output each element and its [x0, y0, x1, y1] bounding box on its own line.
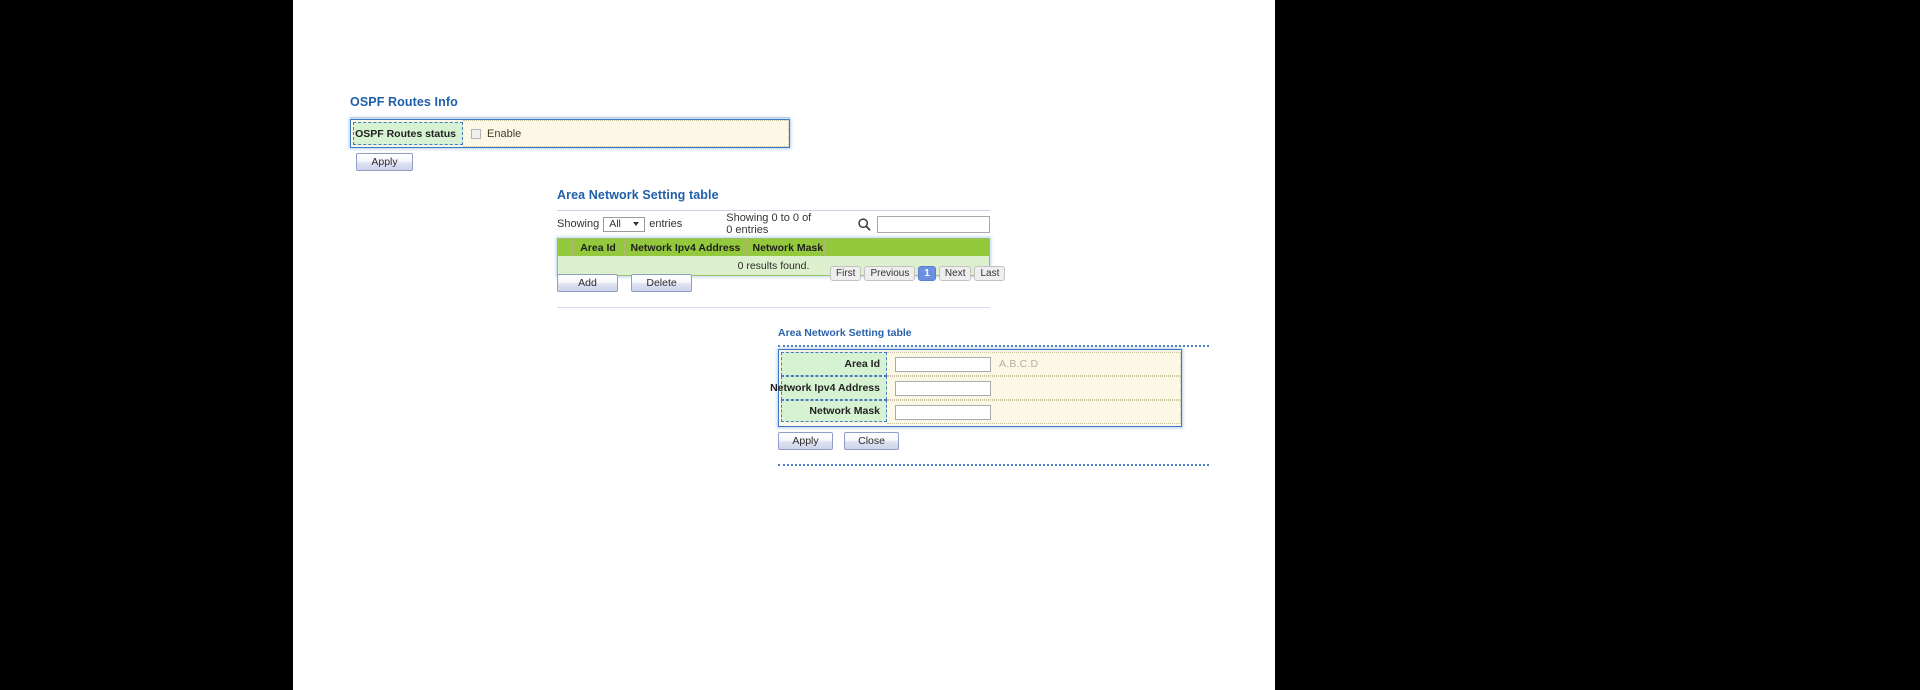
column-header-network-mask[interactable]: Network Mask — [746, 239, 824, 256]
ospf-section-title: OSPF Routes Info — [350, 95, 790, 109]
page-content: OSPF Routes Info OSPF Routes status Enab… — [293, 0, 1275, 690]
pagination-page-1[interactable]: 1 — [918, 266, 936, 281]
ospf-enable-label: Enable — [487, 128, 521, 140]
network-ipv4-address-input[interactable] — [895, 381, 991, 396]
pagination-next[interactable]: Next — [939, 266, 972, 281]
field-container-area-id: A.B.C.D — [887, 352, 1181, 376]
column-header-select[interactable] — [558, 239, 572, 256]
ospf-apply-button[interactable]: Apply — [356, 153, 413, 171]
modal-row-network-ipv4-address: Network Ipv4 Address — [779, 376, 1181, 400]
area-modal-top-divider — [778, 345, 1209, 347]
ospf-enable-checkbox[interactable] — [471, 129, 481, 139]
table-head: Area Id Network Ipv4 Address Network Mas… — [558, 239, 989, 256]
pagination-previous[interactable]: Previous — [864, 266, 915, 281]
area-modal-title: Area Network Setting table — [778, 327, 1209, 339]
ospf-status-row: OSPF Routes status Enable — [351, 120, 789, 147]
search-area — [857, 216, 990, 233]
modal-close-button[interactable]: Close — [844, 432, 899, 450]
network-mask-input[interactable] — [895, 405, 991, 420]
ospf-status-panel: OSPF Routes status Enable — [350, 119, 790, 148]
search-input[interactable] — [877, 216, 990, 233]
delete-button[interactable]: Delete — [631, 274, 692, 292]
field-label-network-ipv4-address: Network Ipv4 Address — [781, 376, 887, 400]
area-table-toolbar: Showing All entries Showing 0 to 0 of 0 … — [557, 214, 990, 234]
field-container-network-ipv4-address — [887, 376, 1181, 400]
area-table-bottom-divider — [557, 307, 990, 308]
area-modal-actions: Apply Close — [778, 432, 899, 450]
area-modal-section: Area Network Setting table — [778, 327, 1209, 347]
ospf-status-field: Enable — [463, 120, 789, 147]
modal-row-area-id: Area Id A.B.C.D — [779, 352, 1181, 376]
search-icon — [857, 217, 872, 232]
table-header-row: Area Id Network Ipv4 Address Network Mas… — [558, 239, 989, 256]
area-table-title: Area Network Setting table — [557, 188, 990, 202]
showing-prefix-label: Showing — [557, 218, 599, 230]
area-modal-bottom-divider — [778, 464, 1209, 466]
pagination-first[interactable]: First — [830, 266, 861, 281]
field-label-area-id: Area Id — [781, 352, 887, 376]
ospf-apply-button-wrap: Apply — [356, 153, 413, 171]
modal-row-network-mask: Network Mask — [779, 400, 1181, 424]
area-table-section-header: Area Network Setting table — [557, 188, 990, 212]
area-table-actions: Add Delete — [557, 274, 692, 292]
screenshot-root: OSPF Routes Info OSPF Routes status Enab… — [0, 0, 1920, 690]
entries-per-page-value: All — [609, 218, 627, 230]
table-pagination: First Previous 1 Next Last — [830, 266, 1005, 281]
modal-apply-button[interactable]: Apply — [778, 432, 833, 450]
entries-per-page-select[interactable]: All — [603, 217, 645, 232]
column-header-filler — [824, 239, 989, 256]
add-button[interactable]: Add — [557, 274, 618, 292]
pagination-last[interactable]: Last — [974, 266, 1005, 281]
entries-info-text: Showing 0 to 0 of 0 entries — [726, 212, 817, 236]
area-modal-panel: Area Id A.B.C.D Network Ipv4 Address Net… — [778, 349, 1182, 427]
column-header-network-ipv4-address[interactable]: Network Ipv4 Address — [624, 239, 746, 256]
field-label-network-mask: Network Mask — [781, 400, 887, 422]
ospf-status-label: OSPF Routes status — [353, 122, 463, 145]
field-container-network-mask — [887, 400, 1181, 424]
area-id-hint: A.B.C.D — [999, 358, 1038, 370]
column-header-area-id[interactable]: Area Id — [572, 239, 624, 256]
area-id-input[interactable] — [895, 357, 991, 372]
entries-suffix-label: entries — [649, 218, 682, 230]
chevron-down-icon — [633, 222, 639, 226]
ospf-routes-info-section: OSPF Routes Info — [350, 95, 790, 119]
